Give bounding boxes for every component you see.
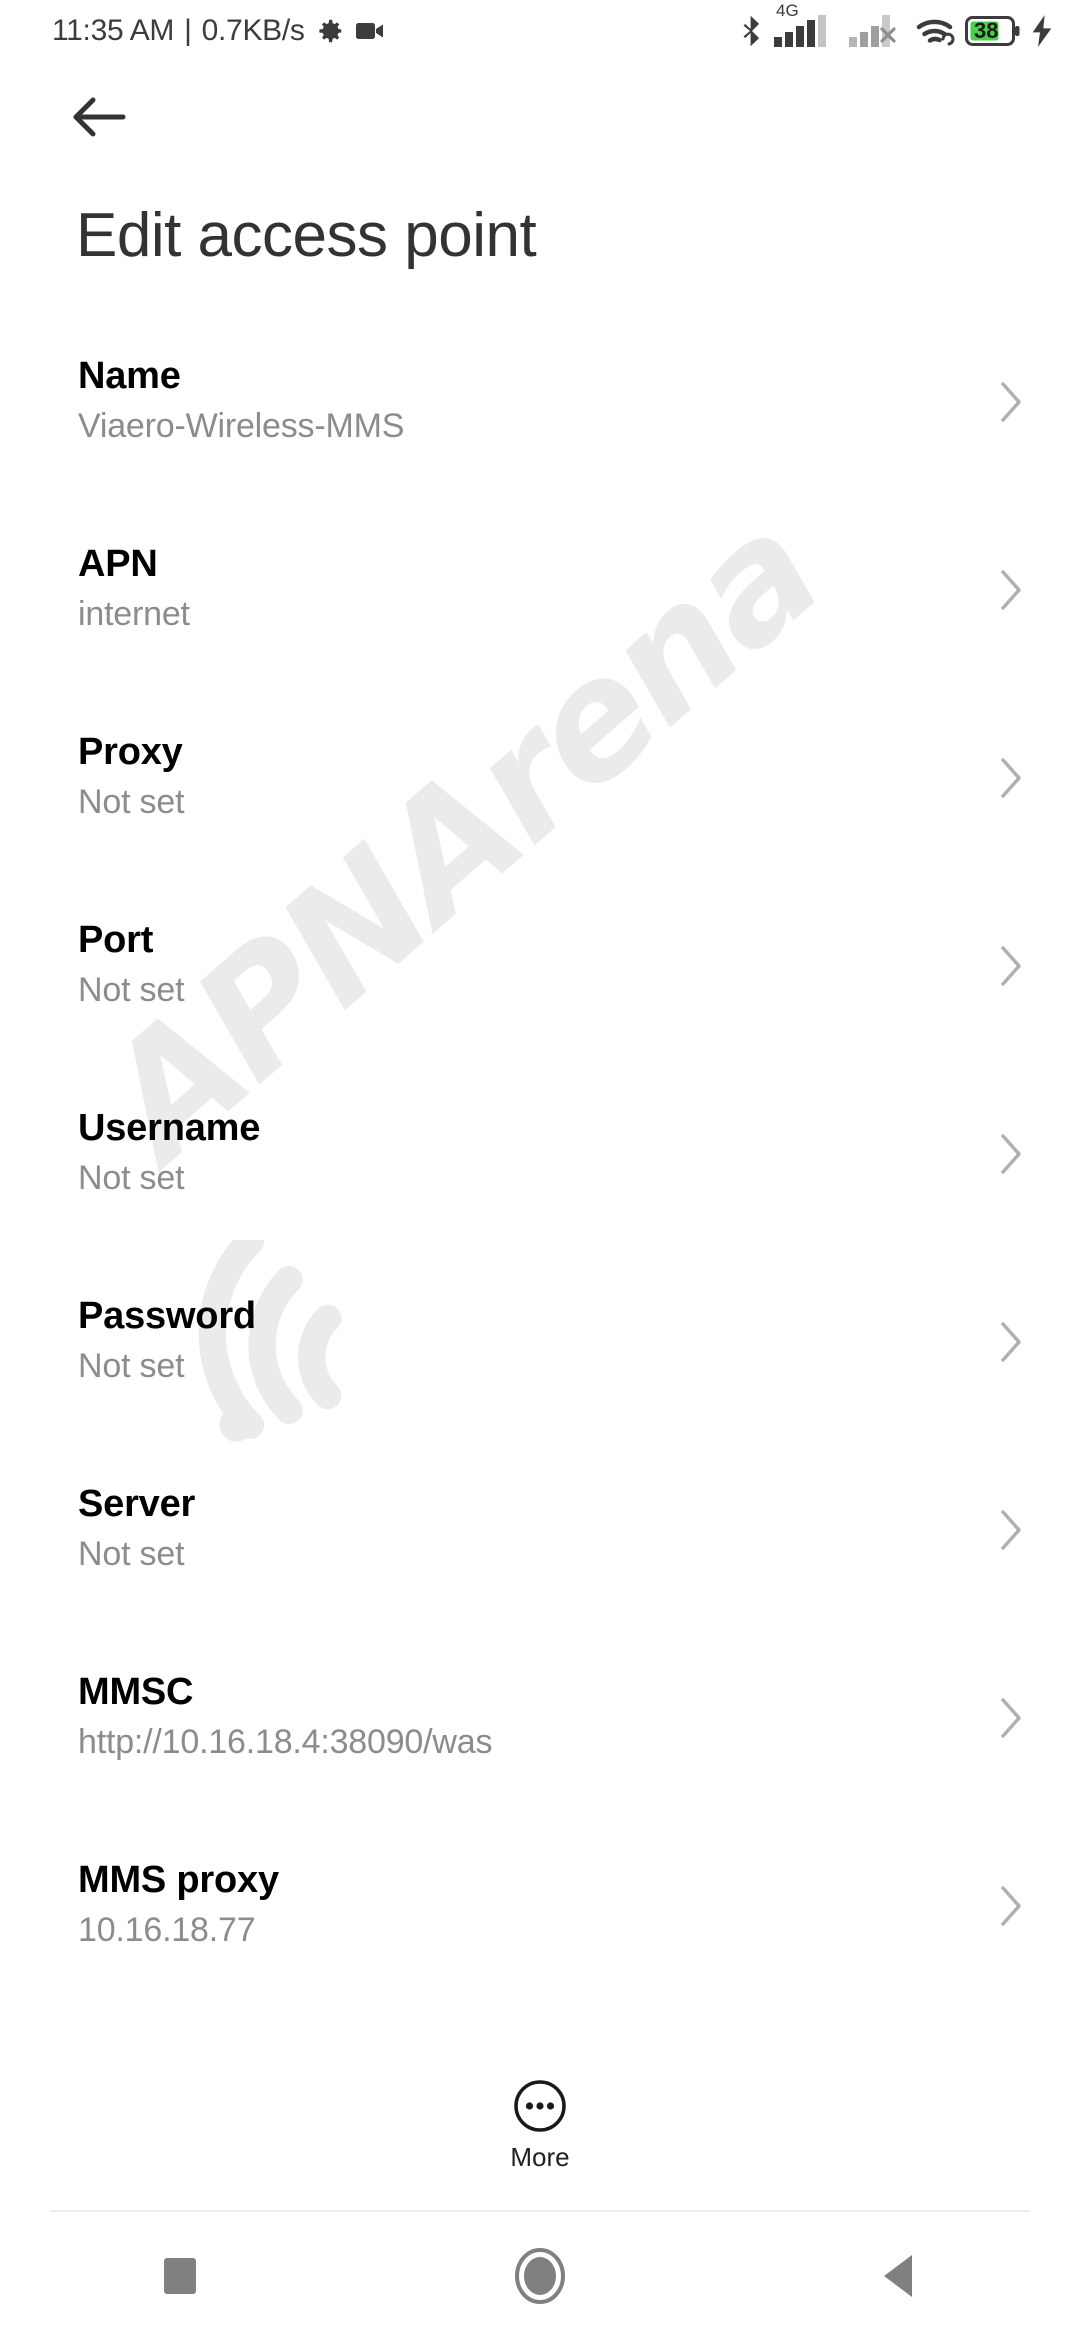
chevron-right-icon <box>1001 1322 1021 1362</box>
row-title: Proxy <box>78 731 183 773</box>
back-arrow-icon <box>73 97 126 137</box>
row-subtitle: http://10.16.18.4:38090/was <box>78 1722 493 1761</box>
chevron-right-icon <box>1001 1134 1021 1174</box>
row-texts: Name Viaero-Wireless-MMS <box>78 342 404 451</box>
chevron-right-icon <box>1001 382 1021 422</box>
table-row[interactable]: Password Not set <box>0 1282 1080 1470</box>
triangle-back-icon <box>884 2255 912 2297</box>
row-texts: Password Not set <box>78 1282 256 1391</box>
signal-4g-icon: 4G <box>774 1 840 47</box>
row-title: Username <box>78 1107 261 1149</box>
chevron-right-icon <box>1001 758 1021 798</box>
table-row[interactable]: MMSC http://10.16.18.4:38090/was <box>0 1658 1080 1846</box>
row-subtitle: Viaero-Wireless-MMS <box>78 406 405 445</box>
row-texts: Port Not set <box>78 906 185 1015</box>
row-texts: Server Not set <box>78 1470 195 1579</box>
video-camera-icon <box>355 23 383 39</box>
battery-level-label: 38 <box>974 18 999 43</box>
table-row[interactable]: APN internet <box>0 530 1080 718</box>
settings-list: Name Viaero-Wireless-MMS APN internet Pr… <box>0 342 1080 2034</box>
page-title: Edit access point <box>76 201 537 270</box>
more-button-label: More <box>510 2142 570 2172</box>
charging-bolt-icon <box>1032 15 1052 47</box>
row-title: MMSC <box>78 1671 194 1713</box>
back-button[interactable] <box>810 2212 990 2340</box>
row-title: MMS proxy <box>78 1859 279 1901</box>
table-row[interactable]: Username Not set <box>0 1094 1080 1282</box>
signal-sim2-no-service-icon <box>849 15 907 47</box>
row-subtitle: internet <box>78 594 190 633</box>
row-title: Server <box>78 1483 196 1525</box>
toolbar <box>0 62 1080 172</box>
gear-icon <box>318 19 341 43</box>
chevron-right-icon <box>1001 946 1021 986</box>
table-row[interactable]: MMS proxy 10.16.18.77 <box>0 1846 1080 2034</box>
row-texts: MMSC http://10.16.18.4:38090/was <box>78 1658 492 1767</box>
row-title: Port <box>78 919 154 961</box>
row-texts: MMS proxy 10.16.18.77 <box>78 1846 279 1955</box>
home-button[interactable] <box>450 2212 630 2340</box>
wifi-icon <box>916 19 955 46</box>
row-subtitle: Not set <box>78 970 185 1009</box>
table-row[interactable]: Port Not set <box>0 906 1080 1094</box>
row-subtitle: Not set <box>78 1158 185 1197</box>
bluetooth-icon <box>743 15 760 47</box>
more-dots-circle-icon <box>514 2080 566 2132</box>
table-row[interactable]: Proxy Not set <box>0 718 1080 906</box>
row-texts: Proxy Not set <box>78 718 185 827</box>
recents-button[interactable] <box>90 2212 270 2340</box>
row-title: Name <box>78 355 181 397</box>
row-subtitle: Not set <box>78 1346 185 1385</box>
status-bar-right: 4G 38 <box>739 1 1054 48</box>
network-type-label: 4G <box>776 1 799 20</box>
back-arrow-button[interactable] <box>62 79 138 155</box>
row-texts: APN internet <box>78 530 190 639</box>
chevron-right-icon <box>1001 1510 1021 1550</box>
more-button[interactable]: More <box>0 2058 1080 2189</box>
circle-home-icon <box>515 2248 565 2304</box>
status-bar-left: 11:35 AM | 0.7KB/s <box>52 14 387 48</box>
system-navigation-bar <box>0 2212 1080 2340</box>
chevron-right-icon <box>1001 1698 1021 1738</box>
row-title: Password <box>78 1295 256 1337</box>
row-texts: Username Not set <box>78 1094 260 1203</box>
row-title: APN <box>78 543 158 585</box>
row-subtitle: Not set <box>78 1534 185 1573</box>
status-time: 11:35 AM <box>52 14 175 47</box>
chevron-right-icon <box>1001 1886 1021 1926</box>
square-recents-icon <box>164 2258 196 2294</box>
table-row[interactable]: Server Not set <box>0 1470 1080 1658</box>
row-subtitle: 10.16.18.77 <box>78 1910 256 1949</box>
status-network-speed: 0.7KB/s <box>201 14 305 47</box>
status-separator: | <box>184 14 192 47</box>
table-row[interactable]: Name Viaero-Wireless-MMS <box>0 342 1080 530</box>
battery-icon: 38 <box>965 16 1021 46</box>
chevron-right-icon <box>1001 570 1021 610</box>
status-bar: 11:35 AM | 0.7KB/s 4G 38 <box>0 0 1080 62</box>
row-subtitle: Not set <box>78 782 185 821</box>
